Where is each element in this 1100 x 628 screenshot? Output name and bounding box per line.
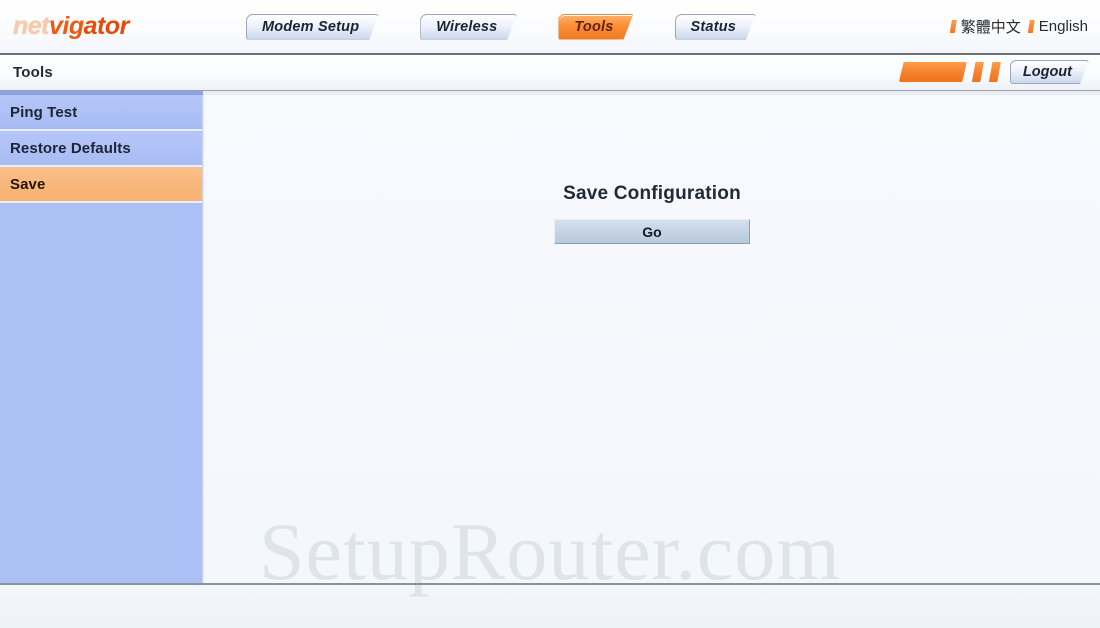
- sidebar-menu: Ping Test Restore Defaults Save: [0, 95, 203, 584]
- footer-divider: [0, 583, 1100, 585]
- tab-modem-setup[interactable]: Modem Setup: [246, 14, 379, 40]
- decorative-bar-long-icon: [898, 62, 967, 82]
- logo-text-vig: vig: [49, 12, 84, 40]
- language-label-english: English: [1038, 18, 1088, 35]
- sidebar-filler: [0, 207, 202, 584]
- tab-status[interactable]: Status: [675, 14, 757, 40]
- tab-tools[interactable]: Tools: [558, 14, 633, 40]
- page-body: Ping Test Restore Defaults Save Save Con…: [0, 95, 1100, 584]
- language-selector: 繁體中文 English: [949, 16, 1088, 37]
- logout-area: Logout: [898, 60, 1089, 84]
- decorative-bar-small-icon: [988, 62, 1001, 82]
- main-nav-tabs: Modem Setup Wireless Tools Status: [246, 14, 756, 40]
- slant-marker-icon: [1027, 20, 1035, 33]
- netvigator-logo: netvigator: [13, 14, 173, 39]
- language-label-chinese: 繁體中文: [960, 18, 1021, 36]
- logo-text-ator: ator: [83, 12, 130, 40]
- slant-marker-icon: [949, 20, 957, 33]
- language-link-chinese[interactable]: 繁體中文: [949, 16, 1021, 37]
- page-title: Tools: [13, 64, 53, 81]
- router-admin-page: netvigator Modem Setup Wireless Tools St…: [0, 0, 1100, 628]
- logo-text-net: net: [13, 12, 50, 40]
- sidebar-item-ping-test[interactable]: Ping Test: [0, 95, 202, 131]
- footer-area: [0, 585, 1100, 628]
- top-navigation-bar: netvigator Modem Setup Wireless Tools St…: [0, 0, 1100, 55]
- content-panel: Save Configuration Go: [203, 95, 1100, 584]
- go-button[interactable]: Go: [554, 219, 750, 244]
- section-header-bar: Tools Logout: [0, 55, 1100, 91]
- decorative-bar-small-icon: [971, 62, 984, 82]
- logout-button[interactable]: Logout: [1010, 60, 1089, 84]
- sidebar-item-save[interactable]: Save: [0, 167, 202, 203]
- tab-wireless[interactable]: Wireless: [420, 14, 517, 40]
- sidebar-item-restore-defaults[interactable]: Restore Defaults: [0, 131, 202, 167]
- language-link-english[interactable]: English: [1027, 18, 1088, 35]
- content-heading: Save Configuration: [563, 183, 741, 204]
